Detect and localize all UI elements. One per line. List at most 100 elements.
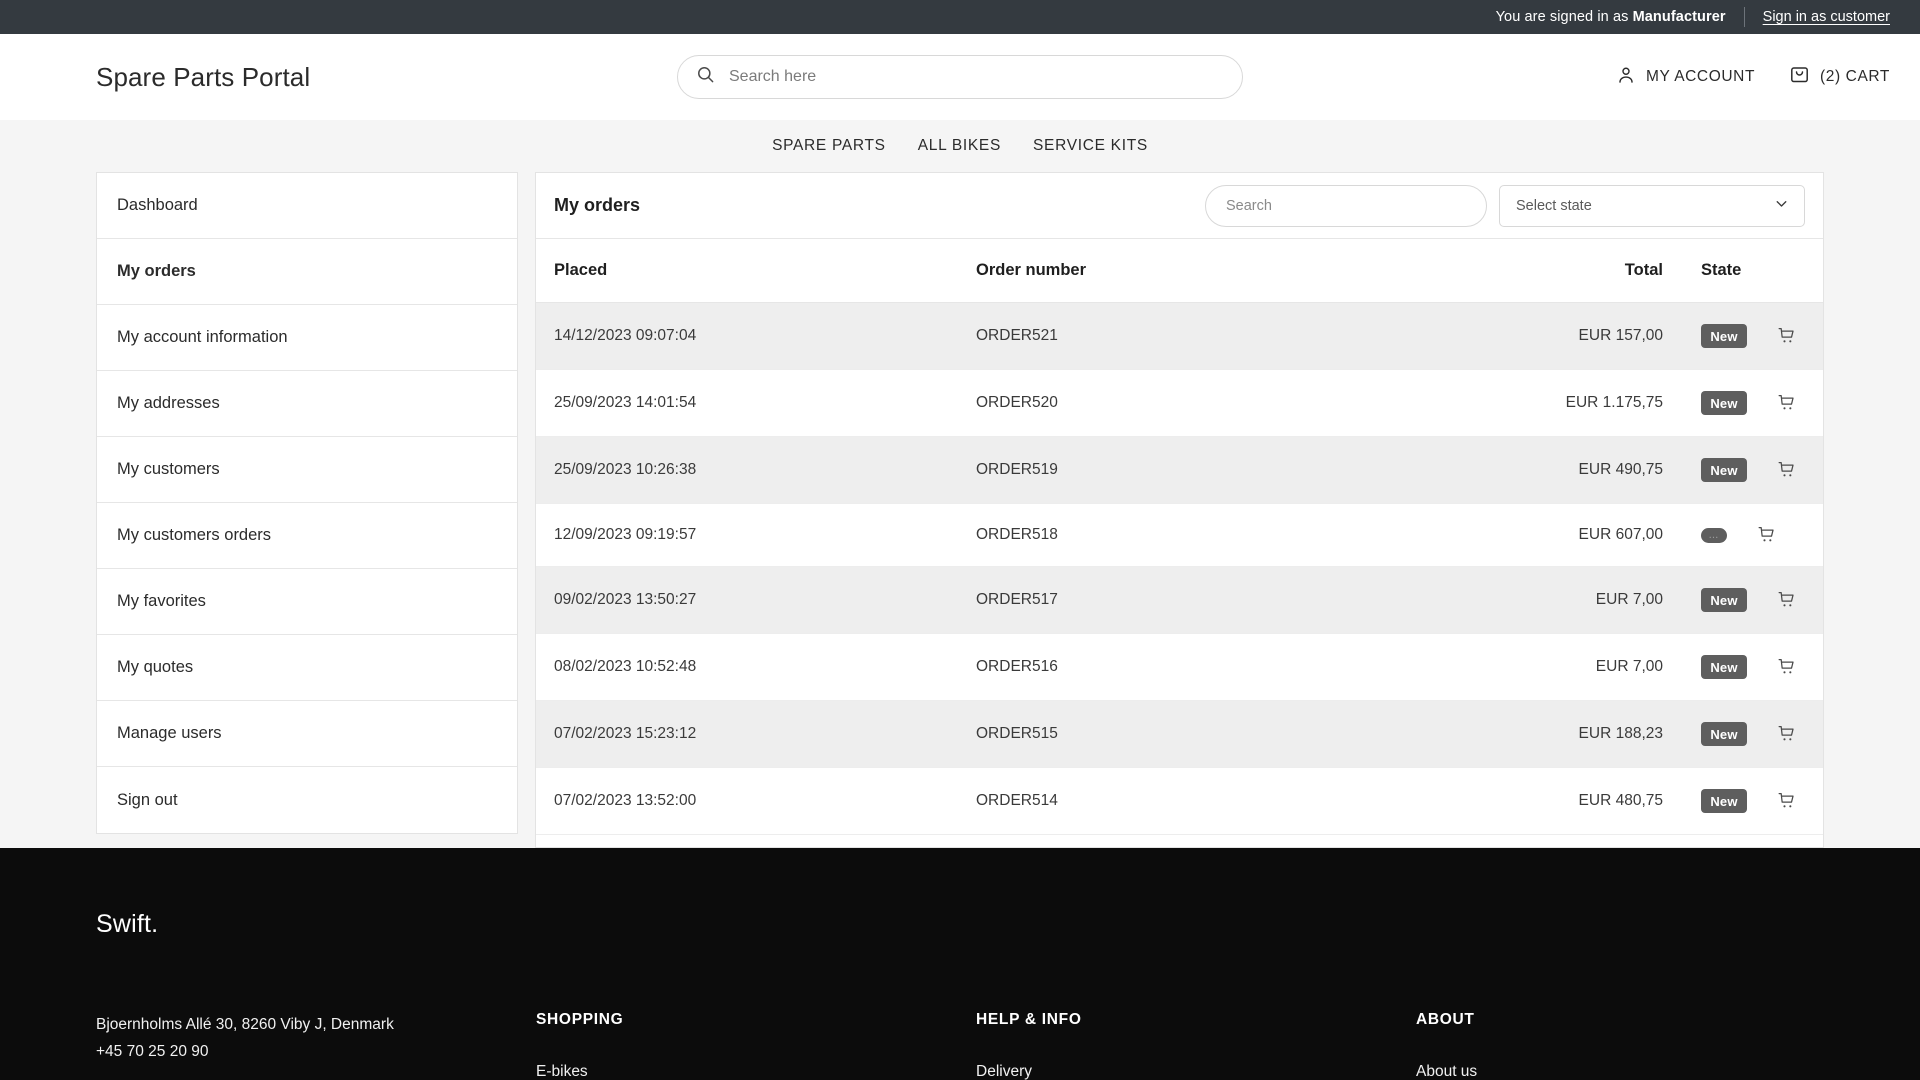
cell-placed: 07/02/2023 13:52:00 <box>536 767 976 835</box>
site-header: Spare Parts Portal MY ACCOUNT <box>0 34 1920 120</box>
signed-in-role: Manufacturer <box>1632 9 1726 25</box>
nav-item-service-kits[interactable]: SERVICE KITS <box>1033 137 1148 155</box>
reorder-cart-icon[interactable] <box>1757 525 1777 545</box>
table-row[interactable]: 07/02/2023 15:23:12 ORDER515 EUR 188,23 New <box>536 700 1823 768</box>
reorder-cart-icon[interactable] <box>1777 460 1797 480</box>
footer-columns: Bjoernholms Allé 30, 8260 Viby J, Denmar… <box>96 1011 1824 1080</box>
sidebar-item-my-account-information[interactable]: My account information <box>97 305 517 371</box>
reorder-cart-icon[interactable] <box>1777 657 1797 677</box>
cart-label: (2) CART <box>1820 68 1890 85</box>
sidebar-item-label: My account information <box>117 328 288 346</box>
column-header-order-number[interactable]: Order number <box>976 239 1456 303</box>
sidebar-item-label: My favorites <box>117 592 206 610</box>
cell-placed: 09/02/2023 13:50:27 <box>536 566 976 634</box>
orders-search-input[interactable] <box>1226 197 1466 214</box>
sidebar-item-my-orders[interactable]: My orders <box>97 239 517 305</box>
table-row[interactable]: 07/02/2023 13:52:00 ORDER514 EUR 480,75 New <box>536 767 1823 835</box>
footer-column-title: HELP & INFO <box>976 1011 1082 1028</box>
cell-order-number: ORDER521 <box>976 302 1456 370</box>
cell-order-number: ORDER519 <box>976 436 1456 504</box>
cell-order-number: ORDER514 <box>976 767 1456 835</box>
cell-total: EUR 7,00 <box>1456 633 1691 701</box>
site-logo[interactable]: Spare Parts Portal <box>96 62 310 93</box>
footer-column-about: ABOUT About us <box>1416 1011 1856 1080</box>
footer-link-e-bikes[interactable]: E-bikes <box>536 1057 976 1080</box>
cell-state: New <box>1691 633 1823 701</box>
cell-order-number: ORDER520 <box>976 369 1456 437</box>
signed-in-prefix: You are signed in as <box>1495 9 1633 25</box>
search-icon <box>696 65 729 89</box>
global-search-box[interactable] <box>677 55 1243 99</box>
global-search <box>677 55 1243 99</box>
sidebar-item-my-favorites[interactable]: My favorites <box>97 569 517 635</box>
sidebar-item-my-customers[interactable]: My customers <box>97 437 517 503</box>
global-search-input[interactable] <box>729 68 1224 86</box>
nav-item-all-bikes[interactable]: ALL BIKES <box>918 137 1001 155</box>
cell-total: EUR 480,75 <box>1456 767 1691 835</box>
footer-link-delivery[interactable]: Delivery <box>976 1057 1416 1080</box>
bag-icon <box>1789 64 1810 90</box>
cell-state: New <box>1691 436 1823 504</box>
reorder-cart-icon[interactable] <box>1777 590 1797 610</box>
sidebar-item-label: My orders <box>117 262 196 280</box>
cell-placed: 25/09/2023 10:26:38 <box>536 436 976 504</box>
sidebar-item-my-customers-orders[interactable]: My customers orders <box>97 503 517 569</box>
my-account-button[interactable]: MY ACCOUNT <box>1616 65 1755 90</box>
cell-placed: 08/02/2023 10:52:48 <box>536 633 976 701</box>
status-badge: New <box>1701 588 1747 612</box>
cell-placed: 12/09/2023 09:19:57 <box>536 503 976 567</box>
sidebar-item-sign-out[interactable]: Sign out <box>97 767 517 833</box>
cell-state: New <box>1691 700 1823 768</box>
table-row[interactable]: 09/02/2023 13:50:27 ORDER517 EUR 7,00 New <box>536 566 1823 634</box>
site-footer: Swift. Bjoernholms Allé 30, 8260 Viby J,… <box>0 848 1920 1080</box>
state-filter-select[interactable]: Select state <box>1499 184 1805 227</box>
table-header-row: Placed Order number Total State <box>536 239 1823 303</box>
reorder-cart-icon[interactable] <box>1777 791 1797 811</box>
column-header-state[interactable]: State <box>1691 239 1823 303</box>
page-body: Dashboard My orders My account informati… <box>0 172 1920 848</box>
cell-total: EUR 188,23 <box>1456 700 1691 768</box>
column-header-placed[interactable]: Placed <box>536 239 976 303</box>
status-badge: New <box>1701 655 1747 679</box>
footer-address: Bjoernholms Allé 30, 8260 Viby J, Denmar… <box>96 1011 536 1080</box>
cell-total: EUR 607,00 <box>1456 503 1691 567</box>
orders-table: Placed Order number Total State 14/12/20… <box>536 239 1823 835</box>
footer-address-line: Bjoernholms Allé 30, 8260 Viby J, Denmar… <box>96 1016 394 1033</box>
my-account-label: MY ACCOUNT <box>1645 68 1756 85</box>
status-badge: New <box>1701 391 1747 415</box>
status-badge: New <box>1701 324 1747 348</box>
nav-item-spare-parts[interactable]: SPARE PARTS <box>772 137 886 155</box>
status-badge: ... <box>1701 527 1727 543</box>
orders-search-box[interactable] <box>1205 184 1487 227</box>
table-row[interactable]: 08/02/2023 10:52:48 ORDER516 EUR 7,00 New <box>536 633 1823 701</box>
orders-table-body: 14/12/2023 09:07:04 ORDER521 EUR 157,00 New… <box>536 302 1823 835</box>
status-badge: New <box>1701 789 1747 813</box>
table-row[interactable]: 25/09/2023 14:01:54 ORDER520 EUR 1.175,75 N… <box>536 369 1823 437</box>
cell-state: New <box>1691 566 1823 634</box>
header-actions: MY ACCOUNT (2) CART <box>1616 64 1890 90</box>
sign-in-as-customer-link[interactable]: Sign in as customer <box>1763 9 1890 25</box>
cart-button[interactable]: (2) CART <box>1789 64 1890 90</box>
table-row[interactable]: 25/09/2023 10:26:38 ORDER519 EUR 490,75 New <box>536 436 1823 504</box>
footer-link-about-us[interactable]: About us <box>1416 1057 1856 1080</box>
cell-state: New <box>1691 369 1823 437</box>
table-row[interactable]: 14/12/2023 09:07:04 ORDER521 EUR 157,00 New <box>536 302 1823 370</box>
column-header-total[interactable]: Total <box>1456 239 1691 303</box>
reorder-cart-icon[interactable] <box>1777 724 1797 744</box>
sidebar-item-dashboard[interactable]: Dashboard <box>97 173 517 239</box>
status-badge: New <box>1701 458 1747 482</box>
reorder-cart-icon[interactable] <box>1777 393 1797 413</box>
sidebar-item-manage-users[interactable]: Manage users <box>97 701 517 767</box>
footer-logo: Swift. <box>96 910 159 938</box>
sidebar-item-label: My customers <box>117 460 220 478</box>
status-badge: New <box>1701 722 1747 746</box>
table-row[interactable]: 12/09/2023 09:19:57 ORDER518 EUR 607,00... <box>536 503 1823 567</box>
footer-phone[interactable]: +45 70 25 20 90 <box>96 1038 536 1065</box>
sidebar-item-my-addresses[interactable]: My addresses <box>97 371 517 437</box>
sidebar-item-my-quotes[interactable]: My quotes <box>97 635 517 701</box>
cell-state: New <box>1691 302 1823 370</box>
cell-placed: 07/02/2023 15:23:12 <box>536 700 976 768</box>
footer-column-title: ABOUT <box>1416 1011 1475 1028</box>
reorder-cart-icon[interactable] <box>1777 326 1797 346</box>
sidebar-item-label: My quotes <box>117 658 194 676</box>
